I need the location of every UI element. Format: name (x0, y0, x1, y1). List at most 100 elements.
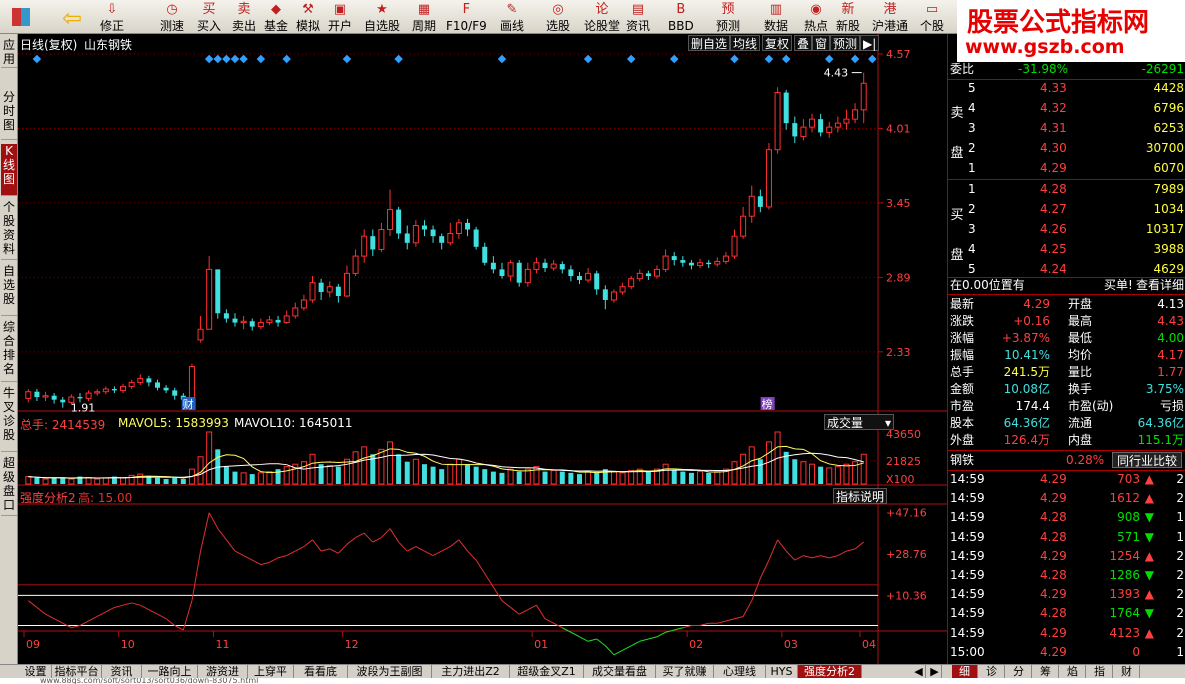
view-detail-link[interactable]: 查看详细 (1136, 277, 1184, 294)
chart-button-5[interactable]: 预测 (830, 35, 861, 51)
indicator-tab-4[interactable]: 游资进 (198, 665, 248, 679)
indicator-line-segment (96, 611, 107, 617)
tick-time: 14:59 (950, 606, 985, 621)
toolbar-data-button[interactable]: ▥ 数据 (764, 0, 788, 34)
toolbar-forecast-button[interactable]: 预预测 (716, 0, 740, 34)
chart-button-3[interactable]: 叠 (794, 35, 813, 51)
left-tab-3[interactable]: 个股资料 (1, 200, 17, 260)
panel-tab-0[interactable]: 细 (952, 665, 978, 679)
indicator-tab-2[interactable]: 资讯 (102, 665, 142, 679)
toolbar-watchlist-button[interactable]: ★ 自选股 (364, 0, 400, 34)
panel-tab-6[interactable]: 财 (1114, 665, 1140, 679)
app-menu-button[interactable] (10, 0, 32, 34)
indicator-explain-button[interactable]: 指标说明 (833, 488, 888, 504)
toolbar-fund-button[interactable]: ◆ 基金 (264, 0, 288, 34)
indicator-line-segment (346, 537, 356, 545)
panel-tab-2[interactable]: 分 (1006, 665, 1032, 679)
hammer-icon: ⚒ (302, 2, 314, 17)
indicator-tab-14[interactable]: 强度分析2 (798, 665, 862, 679)
signal-diamond (781, 54, 791, 64)
signal-diamond (342, 54, 352, 64)
chart-button-4[interactable]: 窗 (812, 35, 831, 51)
indicator-tab-10[interactable]: 成交量看盘 (584, 665, 656, 679)
indicator-axis-label: +47.16 (886, 506, 927, 519)
left-tab-5[interactable]: 综合排名 (1, 320, 17, 382)
panel-tab-3[interactable]: 筹 (1033, 665, 1059, 679)
toolbar-arrow-down-button[interactable]: ⇩ 修正 (100, 0, 124, 34)
signal-diamond (583, 54, 593, 64)
tab-scroll-right-button[interactable]: ▶ (928, 665, 942, 679)
candle-body (439, 236, 445, 243)
candle-body (757, 196, 763, 207)
candle-body (240, 320, 247, 324)
toolbar-open-account-button[interactable]: ▣ 开户 (328, 0, 352, 34)
toolbar-forum-button[interactable]: 论论股堂 (584, 0, 620, 34)
toolbar-stock-picker-button[interactable]: ◎ 选股 (546, 0, 570, 34)
panel-tab-4[interactable]: 焰 (1060, 665, 1086, 679)
indicator-tab-7[interactable]: 波段为王副图 (348, 665, 432, 679)
indicator-tab-5[interactable]: 上穿平 (248, 665, 294, 679)
sector-row: 钢铁 0.28% 同行业比较 (948, 452, 1185, 469)
indicator-tab-8[interactable]: 主力进出Z2 (432, 665, 510, 679)
volume-indicator-dropdown[interactable]: 成交量 ▾ (824, 414, 894, 430)
event-marker-bang-text: 榜 (762, 397, 773, 411)
chart-button-6[interactable]: ▶| (860, 35, 880, 51)
indicator-tab-6[interactable]: 看看底 (294, 665, 348, 679)
indicator-tab-12[interactable]: 心理线 (714, 665, 766, 679)
toolbar-f10-button[interactable]: F F10/F9 (446, 0, 487, 34)
volume-bar (154, 477, 160, 484)
left-tab-2[interactable]: K线图 (1, 144, 17, 196)
toolbar-sell-button[interactable]: 卖卖出 (232, 0, 256, 34)
tab-scroll-left-button[interactable]: ◀ (912, 665, 926, 679)
sector-name: 钢铁 (950, 453, 975, 467)
left-tab-7[interactable]: 超级盘口 (1, 456, 17, 516)
toolbar-bbd-button[interactable]: B BBD (668, 0, 694, 34)
arrow-down-icon: ▼ (1144, 568, 1154, 582)
volume-bar (266, 471, 273, 485)
indicator-line-segment (441, 546, 451, 552)
kline-chart-area[interactable]: 4.57 4.01 3.45 2.89 2.33 4.43 1.91 财榜 43650 21825… (18, 34, 947, 664)
panel-tab-1[interactable]: 诊 (979, 665, 1005, 679)
toolbar-hammer-button[interactable]: ⚒ 模拟 (296, 0, 320, 34)
quote-value: 4.43 (1157, 314, 1184, 328)
toolbar-pencil-button[interactable]: ✎ 画线 (500, 0, 524, 34)
buy-volume: 3988 (1153, 242, 1184, 256)
chart-button-1[interactable]: 均线 (730, 35, 761, 51)
forum-icon: 论 (595, 2, 609, 17)
panel-tab-5[interactable]: 指 (1087, 665, 1113, 679)
chart-button-2[interactable]: 复权 (762, 35, 793, 51)
indicator-tab-0[interactable]: 设置 (20, 665, 52, 679)
toolbar-hotspot-button[interactable]: ◉ 热点 (804, 0, 828, 34)
weibi-row: 委比 -31.98% -26291 (948, 61, 1185, 78)
candle-body (662, 255, 669, 270)
toolbar-ipo-button[interactable]: 新新股 (836, 0, 860, 34)
candle-body (792, 123, 798, 137)
signal-diamond (32, 54, 42, 64)
volume-bar (137, 473, 144, 485)
indicator-line-segment (312, 539, 322, 552)
toolbar-calendar-button[interactable]: ▦ 周期 (412, 0, 436, 34)
tick-count: 2 (1176, 472, 1184, 486)
indicator-tab-11[interactable]: 买了就赚 (656, 665, 714, 679)
candle-body (800, 126, 807, 137)
indicator-tab-9[interactable]: 超级金叉Z1 (510, 665, 584, 679)
signal-diamond (669, 54, 679, 64)
quote-panel: 委比 -31.98% -26291 卖盘 5 4.33 4428 4 4.32 6796 3 4.31… (947, 34, 1185, 664)
indicator-tab-3[interactable]: 一路向上 (142, 665, 198, 679)
left-tab-4[interactable]: 自选股 (1, 264, 17, 316)
back-button[interactable]: ⇦ (58, 0, 86, 34)
left-tab-6[interactable]: 牛叉诊股 (1, 386, 17, 452)
toolbar-hk-connect-button[interactable]: 港沪港通 (872, 0, 908, 34)
toolbar-stock-button[interactable]: ▭ 个股 (920, 0, 944, 34)
indicator-tab-13[interactable]: HYS (766, 665, 798, 679)
indicator-tab-1[interactable]: 指标平台 (52, 665, 102, 679)
left-tab-0[interactable]: 应用 (1, 38, 17, 68)
toolbar-buy-button[interactable]: 买买入 (197, 0, 221, 34)
toolbar-news-button[interactable]: ▤ 资讯 (626, 0, 650, 34)
candle-body (370, 236, 376, 250)
sector-compare-button[interactable]: 同行业比较 (1112, 452, 1183, 468)
left-tab-1[interactable]: 分时图 (1, 90, 17, 140)
chart-button-0[interactable]: 删自选 (688, 35, 731, 51)
toolbar-clock-button[interactable]: ◷ 测速 (160, 0, 184, 34)
sell-volume: 4428 (1153, 81, 1184, 95)
